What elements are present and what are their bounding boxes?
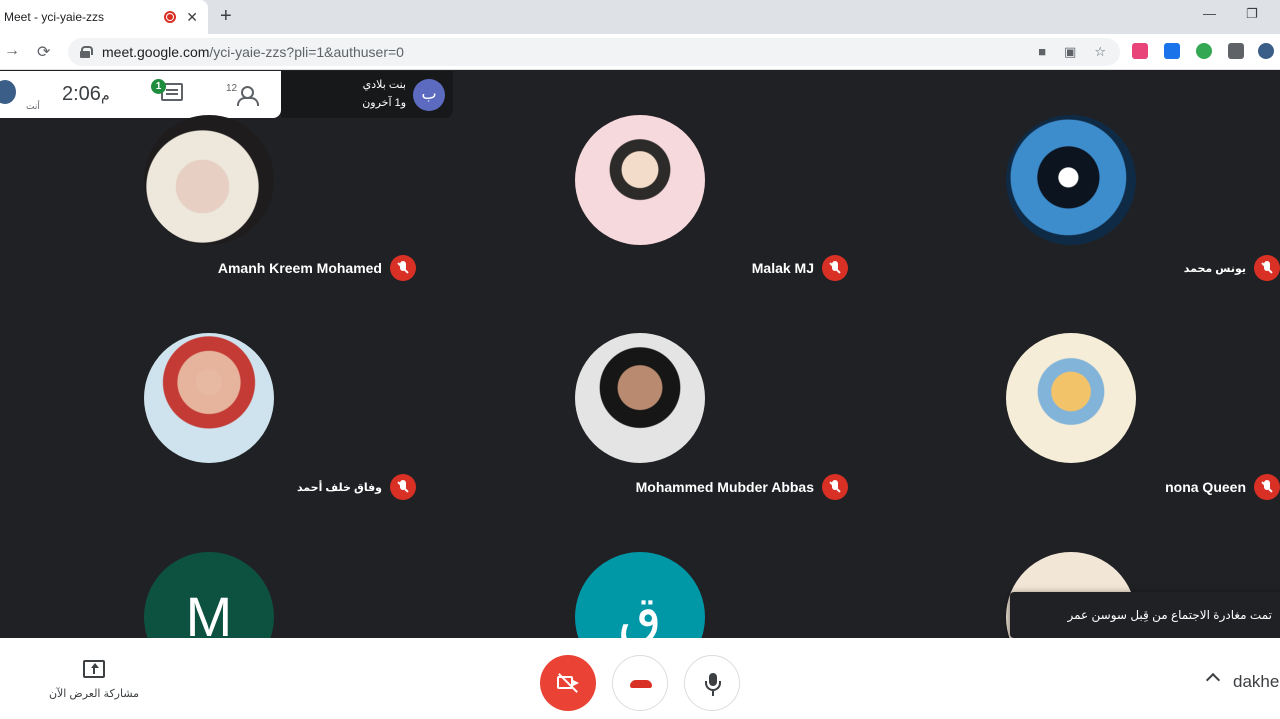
tab-title: Meet - yci-yaie-zzs (4, 10, 105, 24)
participant-name: يونس محمد (1183, 262, 1246, 275)
hang-up-icon (630, 680, 652, 688)
mic-off-icon (1254, 474, 1280, 500)
browser-toolbar: → ⟳ meet.google.com/yci-yaie-zzs?pli=1&a… (0, 34, 1280, 70)
participant-avatar-cartoon (1006, 333, 1136, 463)
profile-avatar[interactable] (1258, 43, 1274, 59)
chat-unread-badge: 1 (151, 79, 166, 94)
mic-off-icon (822, 255, 848, 281)
new-tab-icon[interactable]: + (220, 5, 232, 28)
microphone-toggle-button[interactable] (684, 655, 740, 711)
participant-tile[interactable]: nona Queen (1165, 474, 1280, 500)
present-now-label[interactable]: مشاركة العرض الآن (40, 687, 148, 700)
presenter-name: بنت بلادي (362, 79, 406, 91)
participant-name: nona Queen (1165, 479, 1246, 495)
mic-off-icon (390, 255, 416, 281)
minimize-icon[interactable]: — (1203, 6, 1216, 21)
bookmark-star-icon[interactable]: ☆ (1094, 44, 1106, 60)
clock-time: 2:06 (62, 83, 101, 105)
participant-name: وفاق خلف أحمد (296, 481, 382, 494)
participant-avatar-cartoon (575, 115, 705, 245)
participant-avatar-photo (575, 333, 705, 463)
translate-icon[interactable]: ▣ (1064, 44, 1076, 60)
leave-call-button[interactable] (612, 655, 668, 711)
participant-left-toast: تمت مغادرة الاجتماع من قِبل سوسن عمر (1010, 592, 1280, 638)
search-extension-icon[interactable] (1164, 43, 1180, 59)
forward-icon[interactable]: → (4, 42, 20, 60)
camera-toggle-button[interactable] (540, 655, 596, 711)
clock-ampm: م (100, 87, 110, 103)
participant-avatar-photo (144, 333, 274, 463)
participant-tile[interactable]: Mohammed Mubder Abbas (636, 474, 848, 500)
globe-extension-icon[interactable] (1196, 43, 1212, 59)
participant-tile[interactable]: يونس محمد (1184, 255, 1280, 281)
self-avatar (0, 80, 16, 104)
presenter-others: و1 آخرون (362, 97, 406, 109)
browser-tab-strip: Meet - yci-yaie-zzs ✕ + — ❐ (0, 0, 1280, 34)
participant-tile[interactable]: Malak MJ (752, 255, 848, 281)
url-path: /yci-yaie-zzs?pli=1&authuser=0 (209, 44, 404, 60)
participant-avatar-photo (144, 115, 274, 245)
participant-name: Malak MJ (751, 260, 814, 276)
participant-tile[interactable]: Amanh Kreem Mohamed (218, 255, 416, 281)
lock-icon (80, 46, 93, 58)
people-icon[interactable] (236, 86, 259, 106)
reload-icon[interactable]: ⟳ (37, 42, 50, 62)
mic-off-icon (822, 474, 848, 500)
restore-icon[interactable]: ❐ (1246, 6, 1258, 22)
mic-off-icon (1254, 255, 1280, 281)
camera-blocked-icon[interactable]: ■ (1038, 44, 1046, 60)
self-label: أنت (26, 101, 40, 111)
extension-icon[interactable] (1132, 43, 1148, 59)
microphone-base-icon (712, 691, 714, 696)
browser-tab[interactable]: Meet - yci-yaie-zzs ✕ (0, 0, 208, 34)
recording-icon (164, 11, 177, 23)
participant-avatar-art (1006, 115, 1136, 245)
mic-off-icon (390, 474, 416, 500)
url-host: meet.google.com (102, 44, 210, 60)
toast-message: تمت مغادرة الاجتماع من قِبل سوسن عمر (1067, 608, 1272, 622)
present-screen-icon[interactable] (83, 660, 105, 678)
meeting-details-label[interactable]: dakhe (1233, 672, 1279, 692)
meeting-clock: م2:06 (62, 83, 116, 106)
participant-name: Amanh Kreem Mohamed (217, 260, 382, 276)
address-bar[interactable]: meet.google.com/yci-yaie-zzs?pli=1&authu… (68, 38, 1120, 66)
participant-name: Mohammed Mubder Abbas (635, 479, 814, 495)
participant-tile[interactable]: وفاق خلف أحمد (297, 474, 416, 500)
presenter-avatar: ب (413, 79, 445, 111)
close-tab-icon[interactable]: ✕ (186, 9, 198, 26)
microphone-stand-icon (705, 681, 721, 691)
puzzle-icon[interactable] (1228, 43, 1244, 59)
